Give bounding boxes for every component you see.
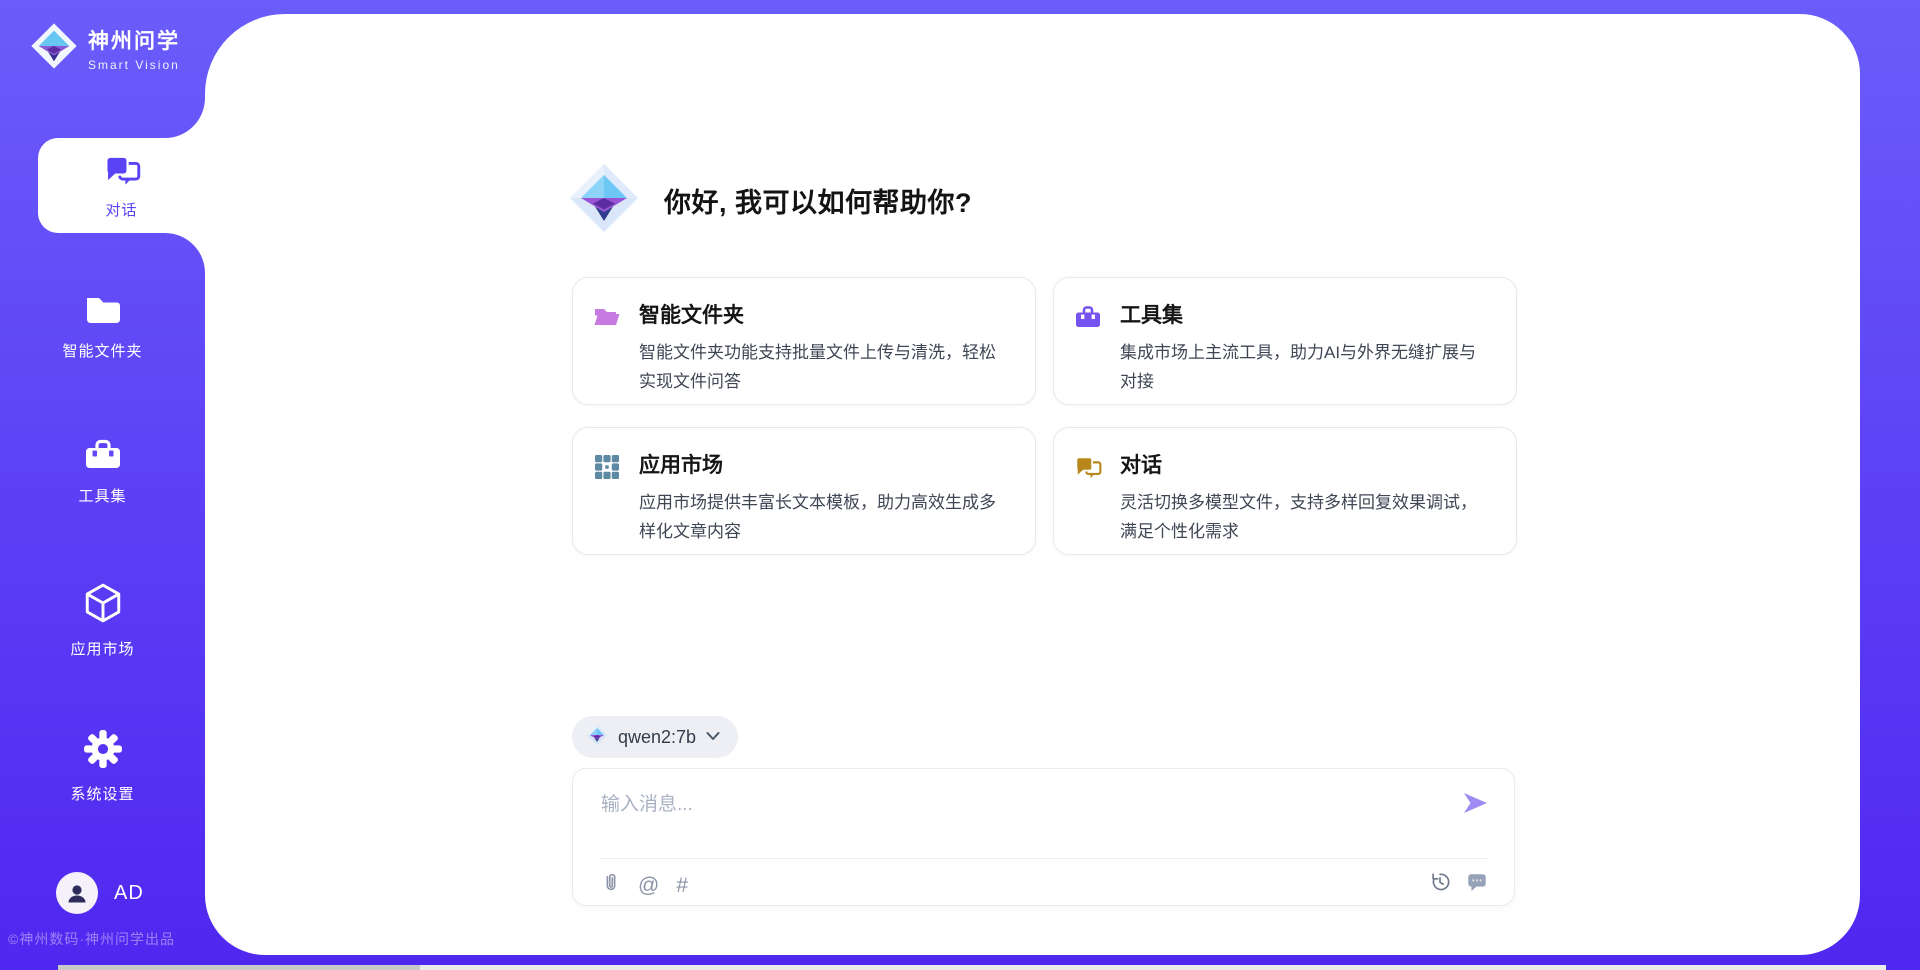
sidebar-item-market[interactable]: 应用市场 bbox=[0, 582, 205, 659]
model-name: qwen2:7b bbox=[618, 727, 696, 748]
at-icon: @ bbox=[638, 874, 659, 898]
grid-icon bbox=[593, 453, 621, 554]
card-title: 工具集 bbox=[1120, 299, 1492, 329]
card-chat[interactable]: 对话 灵活切换多模型文件，支持多样回复效果调试，满足个性化需求 bbox=[1053, 427, 1517, 555]
send-icon bbox=[1461, 805, 1489, 820]
brand: 神州问学 Smart Vision bbox=[30, 22, 180, 75]
composer-divider bbox=[599, 858, 1488, 859]
toolbox-icon bbox=[1074, 303, 1102, 404]
new-chat-button[interactable] bbox=[1466, 871, 1488, 899]
chat-bubble-icon bbox=[1466, 871, 1488, 899]
card-smart-folders[interactable]: 智能文件夹 智能文件夹功能支持批量文件上传与清洗，轻松实现文件问答 bbox=[572, 277, 1036, 405]
chevron-down-icon bbox=[706, 728, 720, 746]
topic-button[interactable]: # bbox=[676, 874, 688, 898]
greeting-title: 你好, 我可以如何帮助你? bbox=[664, 181, 972, 220]
horizontal-scrollbar bbox=[58, 965, 1886, 970]
history-button[interactable] bbox=[1429, 871, 1451, 899]
sidebar: 神州问学 Smart Vision 对话 智能文件夹 工具集 bbox=[0, 0, 205, 970]
folder-icon bbox=[83, 292, 123, 331]
card-description: 集成市场上主流工具，助力AI与外界无缝扩展与对接 bbox=[1120, 338, 1492, 396]
attach-file-button[interactable] bbox=[601, 871, 621, 901]
sidebar-item-folders[interactable]: 智能文件夹 bbox=[0, 292, 205, 361]
brand-logo-icon bbox=[30, 22, 78, 75]
card-title: 应用市场 bbox=[639, 449, 1011, 479]
sidebar-item-settings[interactable]: 系统设置 bbox=[0, 729, 205, 804]
card-title: 对话 bbox=[1120, 449, 1492, 479]
mention-button[interactable]: @ bbox=[638, 874, 659, 898]
diamond-logo-icon bbox=[568, 162, 640, 239]
toolbox-icon bbox=[83, 437, 123, 476]
card-app-market[interactable]: 应用市场 应用市场提供丰富长文本模板，助力高效生成多样化文章内容 bbox=[572, 427, 1036, 555]
card-toolbox[interactable]: 工具集 集成市场上主流工具，助力AI与外界无缝扩展与对接 bbox=[1053, 277, 1517, 405]
sidebar-item-label: 智能文件夹 bbox=[62, 340, 142, 361]
diamond-logo-icon bbox=[586, 724, 608, 751]
card-title: 智能文件夹 bbox=[639, 299, 1011, 329]
copyright: ©神州数码·神州问学出品 bbox=[8, 929, 175, 949]
feature-cards: 智能文件夹 智能文件夹功能支持批量文件上传与清洗，轻松实现文件问答 工具集 集成… bbox=[572, 277, 1518, 555]
brand-title: 神州问学 bbox=[88, 25, 180, 55]
sidebar-item-label: 应用市场 bbox=[70, 638, 134, 659]
folder-open-icon bbox=[593, 303, 621, 404]
gear-icon bbox=[83, 729, 123, 774]
history-icon bbox=[1429, 871, 1451, 899]
card-description: 智能文件夹功能支持批量文件上传与清洗，轻松实现文件问答 bbox=[639, 338, 1011, 396]
brand-subtitle: Smart Vision bbox=[88, 58, 180, 72]
sidebar-item-label: 系统设置 bbox=[70, 783, 134, 804]
horizontal-scrollbar-thumb[interactable] bbox=[58, 965, 420, 970]
chat-icon bbox=[103, 151, 141, 192]
sidebar-item-chat[interactable]: 对话 bbox=[38, 138, 205, 233]
model-selector[interactable]: qwen2:7b bbox=[572, 716, 738, 758]
user-menu[interactable]: AD bbox=[56, 872, 144, 914]
card-description: 灵活切换多模型文件，支持多样回复效果调试，满足个性化需求 bbox=[1120, 488, 1492, 546]
paperclip-icon bbox=[601, 871, 621, 901]
chat-icon bbox=[1074, 453, 1102, 554]
sidebar-item-label: 对话 bbox=[105, 199, 137, 220]
card-description: 应用市场提供丰富长文本模板，助力高效生成多样化文章内容 bbox=[639, 488, 1011, 546]
composer: @ # bbox=[572, 768, 1515, 906]
main-content: 你好, 我可以如何帮助你? 智能文件夹 智能文件夹功能支持批量文件上传与清洗，轻… bbox=[205, 14, 1860, 955]
sidebar-item-toolbox[interactable]: 工具集 bbox=[0, 437, 205, 506]
user-name: AD bbox=[114, 882, 144, 905]
hash-icon: # bbox=[676, 874, 688, 898]
greeting: 你好, 我可以如何帮助你? bbox=[568, 162, 972, 239]
send-button[interactable] bbox=[1460, 789, 1490, 819]
avatar bbox=[56, 872, 98, 914]
sidebar-item-label: 工具集 bbox=[78, 485, 126, 506]
message-input[interactable] bbox=[601, 787, 1421, 823]
cube-icon bbox=[82, 582, 124, 629]
